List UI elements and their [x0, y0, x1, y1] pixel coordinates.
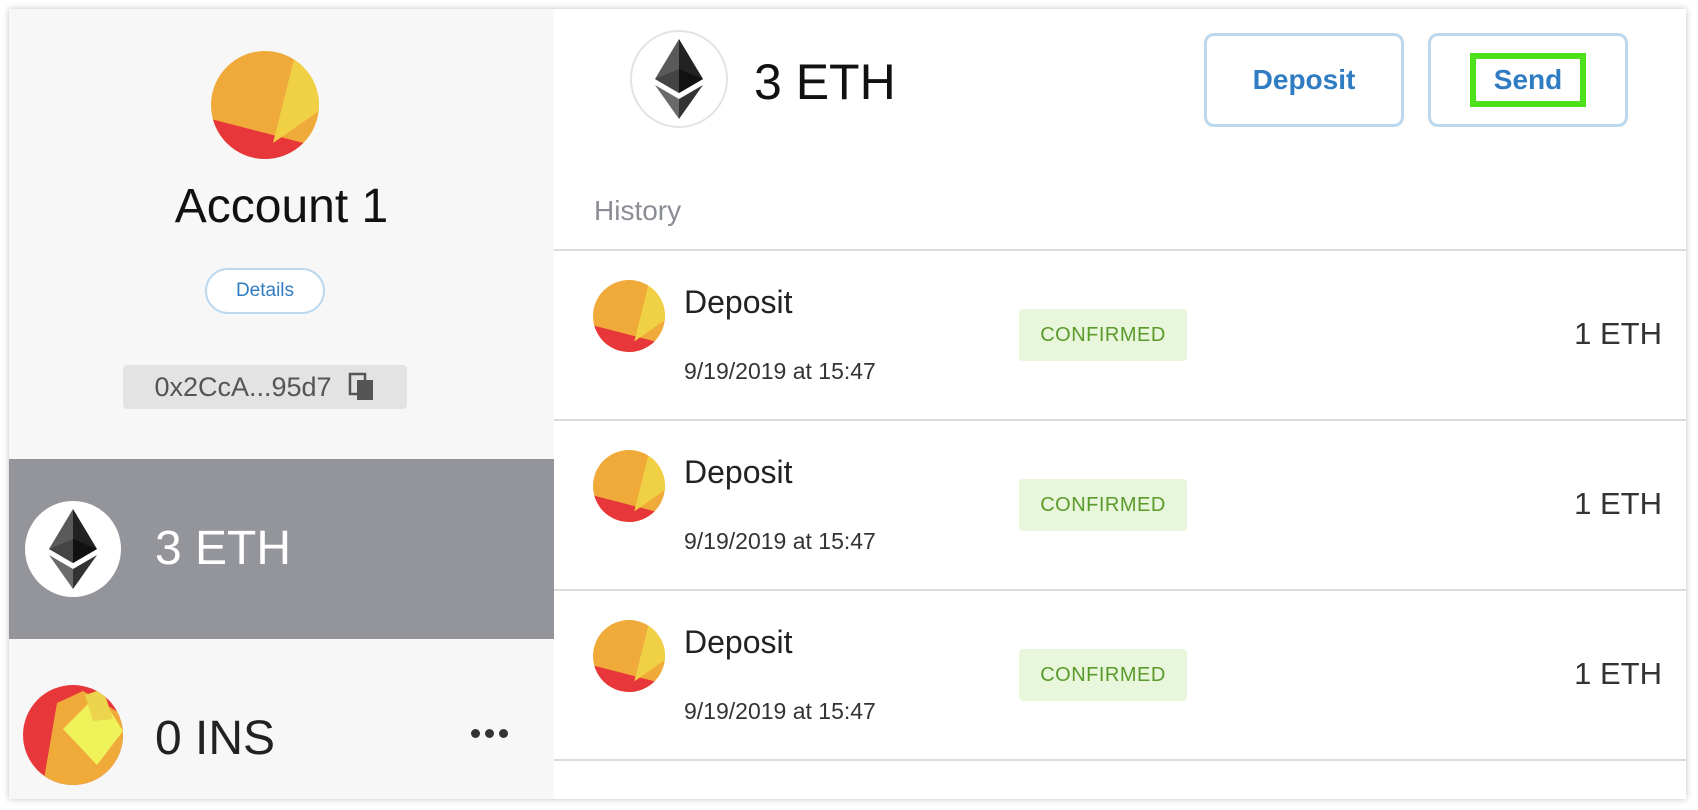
token-row-eth[interactable]: 3 ETH: [9, 459, 554, 639]
copy-icon[interactable]: [348, 372, 376, 402]
send-button[interactable]: Send: [1428, 33, 1628, 127]
ins-token-avatar: [23, 685, 123, 785]
address-box[interactable]: 0x2CcA...95d7: [123, 365, 407, 409]
account-name: Account 1: [174, 180, 389, 233]
token-amount-ins: 0 INS: [155, 712, 276, 765]
token-row-ins[interactable]: 0 INS: [9, 639, 554, 799]
tx-amount: 1 ETH: [1574, 316, 1662, 351]
tx-avatar: [593, 450, 665, 522]
more-options-icon[interactable]: [471, 727, 511, 739]
status-badge: CONFIRMED: [1019, 479, 1187, 531]
account-avatar: [211, 51, 319, 159]
deposit-button[interactable]: Deposit: [1204, 33, 1404, 127]
history-heading: History: [594, 195, 682, 226]
sidebar: Account 1 Details 0x2CcA...95d7 3 ETH 0 …: [9, 9, 554, 799]
tx-date: 9/19/2019 at 15:47: [684, 528, 876, 554]
tx-amount: 1 ETH: [1574, 656, 1662, 691]
main-panel: 3 ETH Deposit Send History Deposit 9/19/…: [554, 9, 1686, 799]
history-row[interactable]: Deposit 9/19/2019 at 15:47 CONFIRMED 1 E…: [554, 590, 1686, 758]
tx-date: 9/19/2019 at 15:47: [684, 358, 876, 384]
status-badge: CONFIRMED: [1019, 309, 1187, 361]
tx-avatar: [593, 620, 665, 692]
divider: [554, 759, 1686, 761]
send-button-label: Send: [1469, 53, 1587, 107]
address-text: 0x2CcA...95d7: [154, 371, 332, 402]
history-row[interactable]: Deposit 9/19/2019 at 15:47 CONFIRMED 1 E…: [554, 250, 1686, 418]
tx-amount: 1 ETH: [1574, 486, 1662, 521]
deposit-button-label: Deposit: [1252, 64, 1356, 95]
tx-title: Deposit: [684, 624, 793, 660]
tx-date: 9/19/2019 at 15:47: [684, 698, 876, 724]
wallet-window: Account 1 Details 0x2CcA...95d7 3 ETH 0 …: [9, 9, 1686, 799]
tx-title: Deposit: [684, 454, 793, 490]
ethereum-icon: [25, 501, 121, 597]
tx-avatar: [593, 280, 665, 352]
tx-title: Deposit: [684, 284, 793, 320]
history-row[interactable]: Deposit 9/19/2019 at 15:47 CONFIRMED 1 E…: [554, 420, 1686, 588]
balance-amount: 3 ETH: [754, 54, 896, 110]
ethereum-icon: [630, 30, 728, 128]
status-badge: CONFIRMED: [1019, 649, 1187, 701]
details-button[interactable]: Details: [205, 268, 325, 314]
token-amount-eth: 3 ETH: [155, 522, 292, 575]
